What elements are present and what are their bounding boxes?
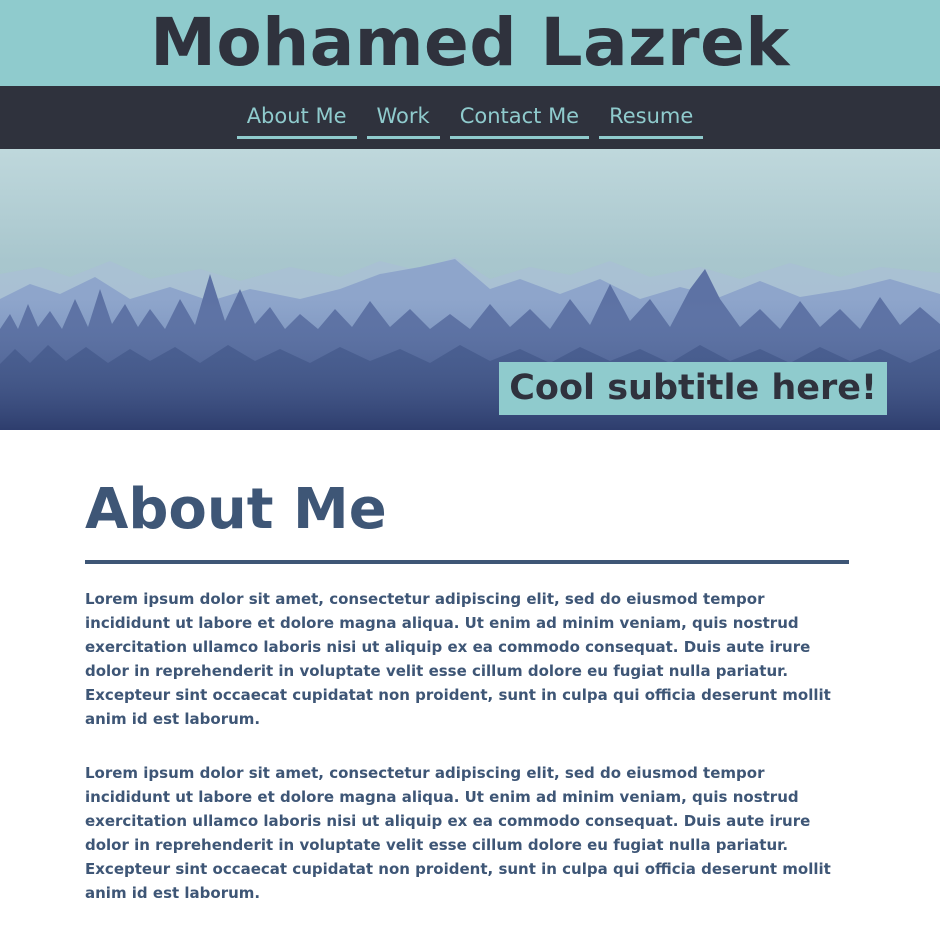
nav-link-work[interactable]: Work <box>366 86 440 139</box>
about-paragraph-1: Lorem ipsum dolor sit amet, consectetur … <box>85 590 831 728</box>
hero-banner: Cool subtitle here! <box>0 149 940 430</box>
nav-link-about-me[interactable]: About Me <box>236 86 357 139</box>
site-header: Mohamed Lazrek <box>0 0 940 86</box>
heading-divider <box>85 560 849 564</box>
main-content: About Me Lorem ipsum dolor sit amet, con… <box>0 430 940 905</box>
main-nav: About Me Work Contact Me Resume <box>0 86 940 149</box>
section-heading-about-me: About Me <box>85 477 387 542</box>
hero-subtitle: Cool subtitle here! <box>499 362 887 415</box>
nav-link-contact-me[interactable]: Contact Me <box>449 86 590 139</box>
site-title: Mohamed Lazrek <box>150 4 790 81</box>
nav-link-resume[interactable]: Resume <box>599 86 704 139</box>
about-paragraph-2: Lorem ipsum dolor sit amet, consectetur … <box>85 764 831 902</box>
